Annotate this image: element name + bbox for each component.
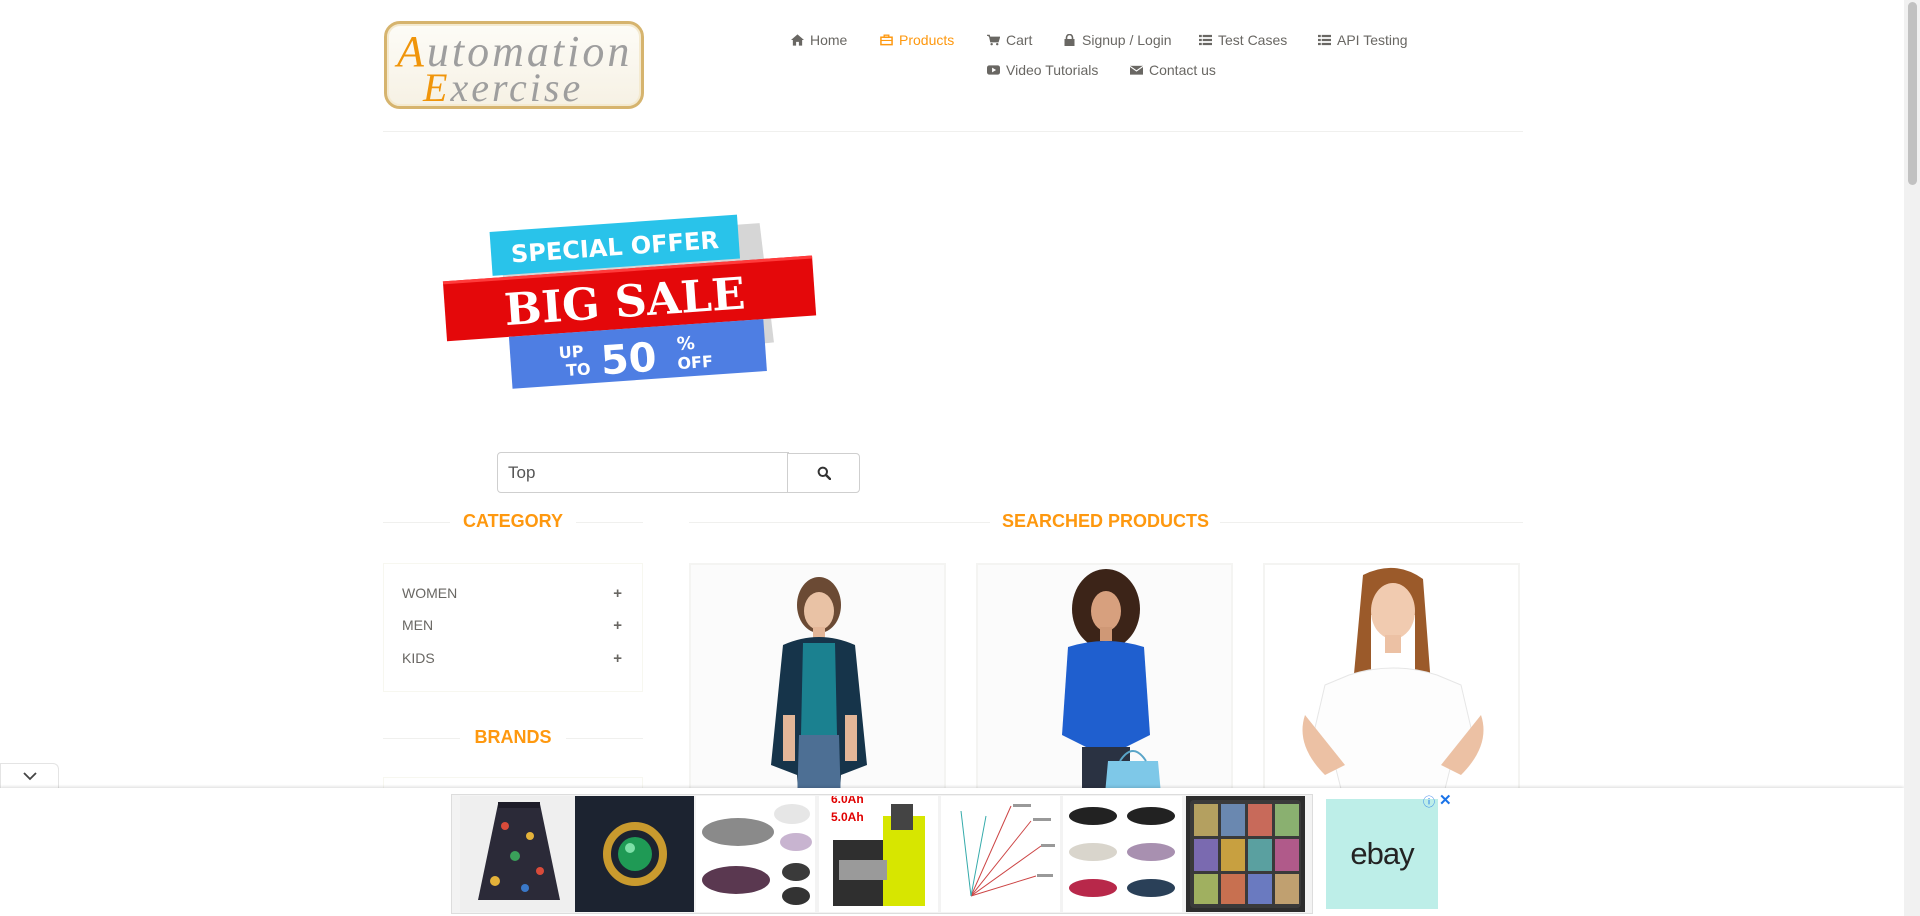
search-icon bbox=[817, 466, 831, 480]
envelope-icon bbox=[1130, 65, 1143, 75]
header-divider bbox=[383, 131, 1523, 132]
search-button[interactable] bbox=[787, 453, 860, 493]
ad-item-slip-ons[interactable] bbox=[1063, 796, 1182, 912]
ad-item-skirt[interactable] bbox=[460, 796, 579, 912]
category-kids[interactable]: KIDS + bbox=[402, 650, 622, 667]
lock-icon bbox=[1064, 34, 1075, 46]
banner-to: TO bbox=[565, 359, 591, 380]
youtube-icon bbox=[987, 65, 1000, 75]
category-kids-label: KIDS bbox=[402, 650, 435, 666]
ad-item-battery[interactable]: 6.0Ah 5.0Ah bbox=[819, 796, 938, 912]
category-women-label: WOMEN bbox=[402, 585, 458, 601]
cart-icon bbox=[987, 34, 1000, 46]
ebay-label: ebay bbox=[1350, 836, 1414, 871]
ad-item-tools[interactable] bbox=[941, 796, 1060, 912]
nav-api-testing-label: API Testing bbox=[1337, 32, 1408, 48]
ad-collapse-toggle[interactable] bbox=[0, 763, 59, 789]
search-input[interactable] bbox=[497, 452, 789, 493]
ad-product-strip[interactable]: 6.0Ah 5.0Ah bbox=[451, 794, 1313, 914]
chevron-down-icon bbox=[22, 772, 37, 781]
ad-item-shoes[interactable] bbox=[696, 796, 815, 912]
banner-percent: % bbox=[676, 333, 695, 355]
ad-image bbox=[960, 804, 1055, 897]
list-icon bbox=[1199, 34, 1212, 46]
category-men[interactable]: MEN + bbox=[402, 617, 622, 634]
sale-banner: SPECIAL OFFER BIG SALE UP TO 50 % OFF bbox=[442, 214, 817, 389]
product-card[interactable] bbox=[976, 563, 1233, 803]
nav-api-testing[interactable]: API Testing bbox=[1318, 32, 1408, 48]
logo-cap-e: E bbox=[423, 65, 451, 110]
nav-contact-us-label: Contact us bbox=[1149, 62, 1216, 78]
logo-word-2: xercise bbox=[450, 65, 584, 110]
ad-close-icon[interactable]: ✕ bbox=[1439, 791, 1452, 809]
product-image bbox=[691, 565, 944, 803]
home-icon bbox=[791, 34, 804, 46]
nav-contact-us[interactable]: Contact us bbox=[1130, 62, 1216, 78]
nav-video-tutorials-label: Video Tutorials bbox=[1006, 62, 1099, 78]
ad-battery-line-1: 6.0Ah bbox=[831, 796, 864, 806]
product-image bbox=[978, 565, 1231, 803]
ad-image bbox=[702, 804, 812, 905]
nav-cart[interactable]: Cart bbox=[987, 32, 1032, 48]
ad-image bbox=[603, 822, 667, 886]
ad-battery-line-2: 5.0Ah bbox=[831, 810, 864, 824]
product-card[interactable] bbox=[1263, 563, 1520, 803]
plus-icon[interactable]: + bbox=[613, 650, 622, 667]
nav-test-cases[interactable]: Test Cases bbox=[1199, 32, 1287, 48]
nav-signup-login-label: Signup / Login bbox=[1082, 32, 1172, 48]
plus-icon[interactable]: + bbox=[613, 617, 622, 634]
category-men-label: MEN bbox=[402, 617, 434, 633]
nav-video-tutorials[interactable]: Video Tutorials bbox=[987, 62, 1098, 78]
page-scrollbar[interactable] bbox=[1904, 0, 1920, 916]
product-image bbox=[1265, 565, 1518, 803]
ad-image bbox=[1190, 800, 1301, 908]
brands-title: BRANDS bbox=[460, 727, 566, 748]
ad-item-cards[interactable] bbox=[1186, 796, 1305, 912]
logo-line-2: Exercise bbox=[423, 64, 583, 111]
product-card[interactable] bbox=[689, 563, 946, 803]
ad-info-icon[interactable]: ⓘ bbox=[1423, 793, 1435, 810]
ad-image bbox=[1069, 807, 1175, 897]
plus-icon[interactable]: + bbox=[613, 585, 622, 602]
products-icon bbox=[880, 34, 893, 46]
ad-item-ring[interactable] bbox=[575, 796, 694, 912]
category-women[interactable]: WOMEN + bbox=[402, 585, 622, 602]
nav-cart-label: Cart bbox=[1006, 32, 1033, 48]
banner-off: OFF bbox=[677, 352, 714, 373]
nav-products[interactable]: Products bbox=[880, 32, 954, 48]
nav-home-label: Home bbox=[810, 32, 848, 48]
list-icon bbox=[1318, 34, 1331, 46]
banner-amount: 50 bbox=[599, 335, 658, 385]
nav-signup-login[interactable]: Signup / Login bbox=[1063, 32, 1172, 48]
nav-test-cases-label: Test Cases bbox=[1218, 32, 1288, 48]
category-title: CATEGORY bbox=[450, 511, 576, 532]
searched-products-title: SEARCHED PRODUCTS bbox=[990, 511, 1220, 532]
category-panel: WOMEN + MEN + KIDS + bbox=[383, 563, 643, 692]
nav-home[interactable]: Home bbox=[791, 32, 847, 48]
nav-products-label: Products bbox=[899, 32, 955, 48]
ebay-ad-logo[interactable]: ebay bbox=[1326, 799, 1438, 909]
ad-image bbox=[478, 802, 560, 900]
scrollbar-thumb[interactable] bbox=[1908, 2, 1917, 185]
site-logo[interactable]: Automation Exercise bbox=[384, 21, 644, 111]
